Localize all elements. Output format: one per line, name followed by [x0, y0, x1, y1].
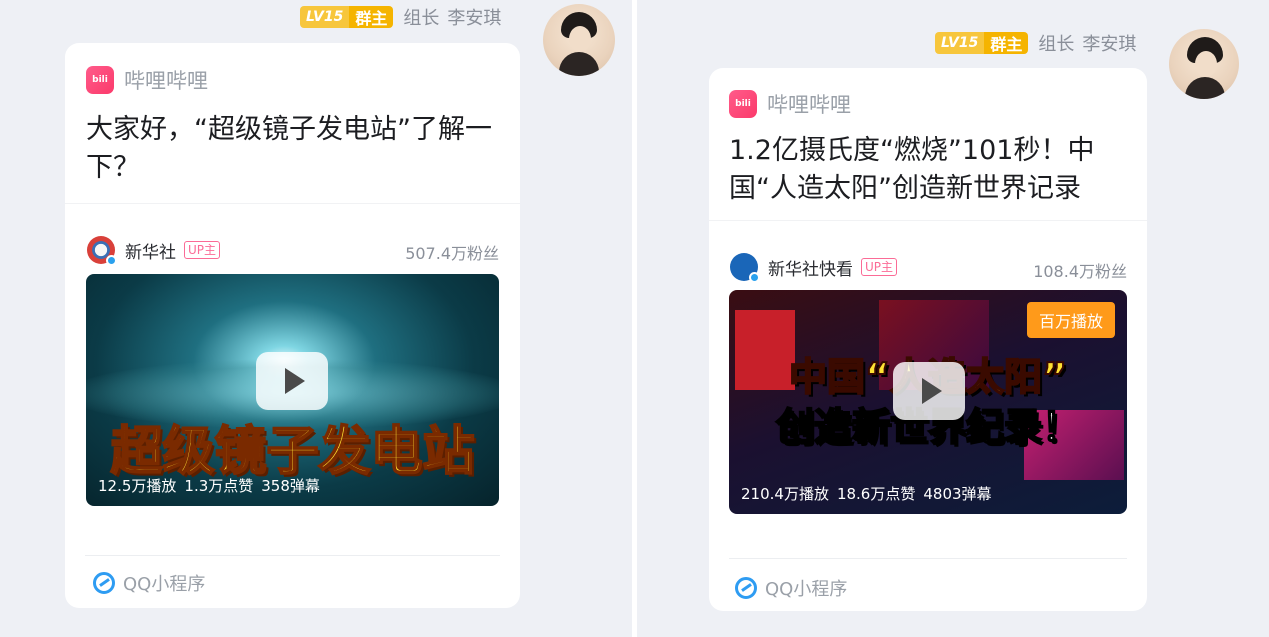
like-count: 18.6万点赞	[836, 485, 916, 503]
footer-label: QQ小程序	[123, 574, 206, 595]
uploader-avatar	[730, 253, 760, 283]
card-footer: QQ小程序	[93, 570, 205, 596]
footer-divider	[729, 558, 1127, 559]
video-stats: 12.5万播放 1.3万点赞 358弹幕	[98, 475, 320, 496]
danmaku-count: 4803弹幕	[923, 485, 992, 503]
video-thumbnail[interactable]: 超级镜子发电站 12.5万播放 1.3万点赞 358弹幕	[86, 274, 499, 506]
bilibili-logo-icon: bili	[729, 90, 757, 118]
up-tag: UP主	[184, 241, 221, 259]
play-button-icon[interactable]	[893, 362, 965, 420]
sender-info: LV15 群主 组长 李安琪	[935, 30, 1136, 56]
card-footer: QQ小程序	[735, 575, 847, 601]
qq-mini-program-icon	[93, 572, 115, 594]
chat-panel-right: LV15 群主 组长 李安琪 bili 哔哩哔哩 1.2亿摄氏度“燃烧”101秒…	[637, 0, 1269, 637]
play-count: 12.5万播放	[98, 477, 177, 495]
up-tag: UP主	[861, 258, 898, 276]
uploader-row: 新华社 UP主	[87, 236, 221, 266]
divider	[65, 203, 520, 204]
million-plays-badge: 百万播放	[1026, 302, 1115, 338]
role-badge: 群主	[984, 32, 1029, 54]
video-stats: 210.4万播放 18.6万点赞 4803弹幕	[741, 483, 992, 504]
divider	[709, 220, 1147, 221]
card-header: bili 哔哩哔哩	[86, 65, 208, 95]
avatar[interactable]	[1169, 29, 1239, 99]
card-title: 大家好，“超级镜子发电站”了解一下？	[86, 114, 492, 183]
fans-count: 507.4万粉丝	[405, 244, 499, 263]
card-header: bili 哔哩哔哩	[729, 89, 851, 119]
uploader-name: 新华社	[125, 242, 176, 263]
sender-name: 李安琪	[447, 8, 502, 29]
app-name: 哔哩哔哩	[124, 69, 208, 93]
sender-name: 李安琪	[1082, 34, 1137, 55]
qq-mini-program-icon	[735, 577, 757, 599]
thumbnail-overlay-text: 超级镜子发电站	[109, 421, 475, 483]
footer-divider	[85, 555, 500, 556]
fans-count: 108.4万粉丝	[1033, 262, 1127, 281]
mini-program-card[interactable]: bili 哔哩哔哩 大家好，“超级镜子发电站”了解一下？ 新华社 UP主 507…	[65, 43, 520, 608]
sender-info: LV15 群主 组长 李安琪	[300, 4, 501, 30]
play-count: 210.4万播放	[741, 485, 829, 503]
avatar[interactable]	[543, 4, 615, 76]
chat-panel-left: LV15 群主 组长 李安琪 bili 哔哩哔哩 大家好，“超级镜子发电站”了解…	[0, 0, 632, 637]
uploader-name: 新华社快看	[768, 259, 853, 280]
play-button-icon[interactable]	[256, 352, 328, 410]
role-badge: 群主	[349, 6, 394, 28]
uploader-row: 新华社快看 UP主	[730, 253, 898, 283]
uploader-avatar	[87, 236, 117, 266]
verified-icon	[106, 255, 117, 266]
level-badge: LV15	[300, 6, 350, 28]
card-title: 1.2亿摄氏度“燃烧”101秒！中国“人造太阳”创造新世界记录	[729, 135, 1095, 204]
bilibili-logo-icon: bili	[86, 66, 114, 94]
like-count: 1.3万点赞	[184, 477, 254, 495]
footer-label: QQ小程序	[765, 579, 848, 600]
video-thumbnail[interactable]: 百万播放 中国“人造太阳” 创造新世界纪录！ 210.4万播放 18.6万点赞 …	[729, 290, 1127, 514]
app-name: 哔哩哔哩	[767, 93, 851, 117]
verified-icon	[749, 272, 760, 283]
mini-program-card[interactable]: bili 哔哩哔哩 1.2亿摄氏度“燃烧”101秒！中国“人造太阳”创造新世界记…	[709, 68, 1147, 611]
sender-title: 组长	[403, 8, 440, 29]
level-badge: LV15	[935, 32, 985, 54]
sender-title: 组长	[1038, 34, 1075, 55]
danmaku-count: 358弹幕	[261, 477, 320, 495]
